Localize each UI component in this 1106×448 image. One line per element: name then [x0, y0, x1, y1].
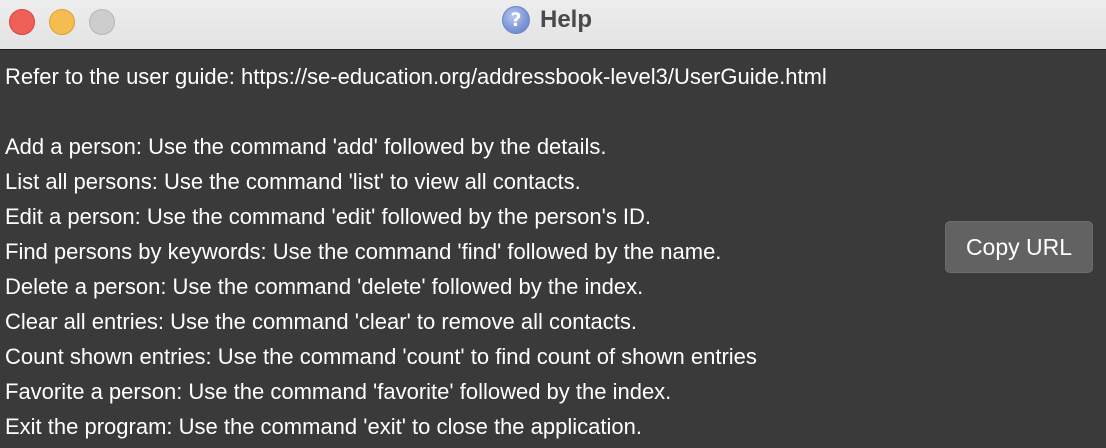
command-help-line: Count shown entries: Use the command 'co… [5, 344, 757, 369]
help-content: Refer to the user guide: https://se-educ… [5, 59, 925, 444]
command-help-line: Favorite a person: Use the command 'favo… [5, 379, 672, 404]
command-help-line: List all persons: Use the command 'list'… [5, 169, 581, 194]
command-help-line: Delete a person: Use the command 'delete… [5, 274, 644, 299]
command-help-line: Exit the program: Use the command 'exit'… [5, 414, 642, 439]
question-mark-icon: ? [501, 6, 530, 34]
window-title-group: ? Help [0, 0, 1106, 40]
help-window: ? Help Refer to the user guide: https://… [0, 0, 1106, 448]
title-bar[interactable]: ? Help [0, 0, 1106, 50]
command-help-line: Find persons by keywords: Use the comman… [5, 239, 722, 264]
command-help-line: Edit a person: Use the command 'edit' fo… [5, 204, 652, 229]
copy-url-button[interactable]: Copy URL [945, 221, 1093, 273]
command-help-line: Add a person: Use the command 'add' foll… [5, 134, 607, 159]
command-help-line: Clear all entries: Use the command 'clea… [5, 309, 637, 334]
user-guide-line: Refer to the user guide: https://se-educ… [5, 64, 827, 89]
window-title: Help [539, 6, 592, 33]
